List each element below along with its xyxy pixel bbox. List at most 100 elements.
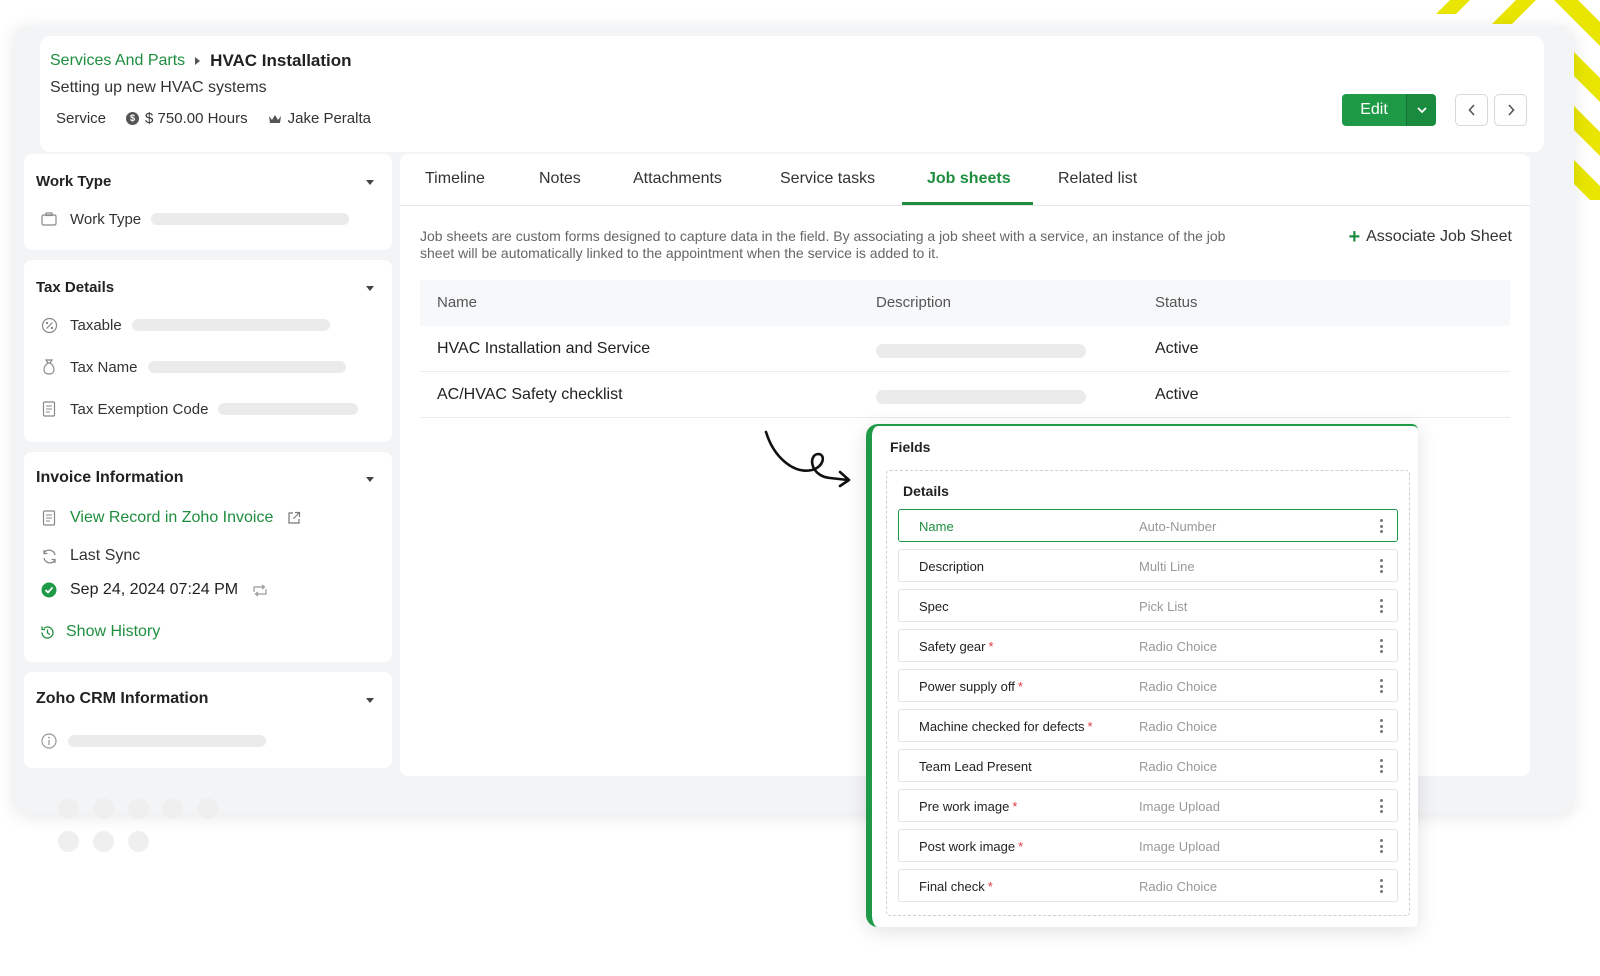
last-sync-row: Last Sync — [40, 547, 140, 565]
fields-title: Fields — [890, 439, 931, 455]
field-name: Spec — [919, 599, 949, 614]
tab-notes[interactable]: Notes — [539, 170, 581, 188]
field-row[interactable]: Pre work image * Image Upload — [898, 789, 1398, 822]
table-header: Name Description Status — [420, 280, 1510, 326]
tax-percent-icon — [40, 316, 58, 334]
job-sheet-name[interactable]: AC/HVAC Safety checklist — [437, 386, 623, 404]
tax-name-label: Tax Name — [70, 358, 138, 376]
job-sheets-table: Name Description Status HVAC Installatio… — [420, 280, 1510, 418]
associate-job-sheet-button[interactable]: + Associate Job Sheet — [1348, 226, 1512, 248]
tab-service-tasks[interactable]: Service tasks — [780, 170, 875, 188]
field-row[interactable]: Safety gear * Radio Choice — [898, 629, 1398, 662]
column-header-description[interactable]: Description — [876, 294, 951, 311]
tab-job-sheets[interactable]: Job sheets — [927, 170, 1011, 188]
price-value: $ 750.00 Hours — [145, 110, 248, 127]
required-asterisk: * — [1012, 799, 1018, 814]
field-name: Safety gear * — [919, 639, 994, 654]
next-record-button[interactable] — [1494, 94, 1527, 126]
field-row[interactable]: Spec Pick List — [898, 589, 1398, 622]
field-name: Name — [919, 519, 954, 534]
history-icon — [38, 623, 56, 641]
dollar-icon: $ — [126, 112, 140, 125]
field-type: Image Upload — [1139, 839, 1220, 854]
view-record-row: View Record in Zoho Invoice — [40, 509, 301, 527]
show-history-row: Show History — [38, 623, 160, 641]
breadcrumb-parent-link[interactable]: Services And Parts — [50, 52, 185, 70]
field-row[interactable]: Description Multi Line — [898, 549, 1398, 582]
field-type: Radio Choice — [1139, 719, 1218, 734]
kebab-menu-icon[interactable] — [1380, 879, 1383, 893]
view-record-link[interactable]: View Record in Zoho Invoice — [70, 509, 273, 527]
curly-arrow-icon — [760, 428, 856, 497]
tax-exemption-row: Tax Exemption Code — [40, 400, 359, 418]
required-asterisk: * — [1087, 719, 1093, 734]
field-name: Power supply off * — [919, 679, 1023, 694]
table-row[interactable]: HVAC Installation and Service Active — [420, 326, 1510, 372]
kebab-menu-icon[interactable] — [1380, 639, 1383, 653]
kebab-menu-icon[interactable] — [1380, 839, 1383, 853]
kebab-menu-icon[interactable] — [1380, 719, 1383, 733]
value-placeholder — [68, 735, 266, 747]
field-type: Radio Choice — [1139, 639, 1218, 654]
record-type: Service — [56, 110, 107, 127]
kebab-menu-icon[interactable] — [1380, 759, 1383, 773]
record-price: $ $ 750.00 Hours — [126, 110, 248, 127]
page-subtitle: Setting up new HVAC systems — [50, 79, 267, 96]
collapse-caret-icon[interactable] — [366, 477, 374, 482]
required-asterisk: * — [1017, 679, 1023, 694]
money-bag-icon — [40, 358, 58, 376]
kebab-menu-icon[interactable] — [1380, 599, 1383, 613]
column-header-name[interactable]: Name — [437, 294, 477, 311]
show-history-link[interactable]: Show History — [66, 623, 160, 641]
details-section: Details Name Auto-Number Description Multi … — [886, 470, 1410, 916]
resync-icon[interactable] — [252, 584, 268, 597]
external-link-icon[interactable] — [287, 511, 301, 525]
invoice-information-section: Invoice Information View Record in Zoho … — [24, 452, 392, 662]
required-asterisk: * — [988, 639, 994, 654]
required-asterisk: * — [1018, 839, 1024, 854]
field-row[interactable]: Machine checked for defects * Radio Choice — [898, 709, 1398, 742]
job-sheet-status: Active — [1155, 340, 1199, 357]
edit-button[interactable]: Edit — [1342, 94, 1406, 126]
briefcase-icon — [40, 210, 58, 228]
tab-attachments[interactable]: Attachments — [633, 170, 722, 188]
collapse-caret-icon[interactable] — [366, 698, 374, 703]
crown-icon — [268, 113, 282, 125]
field-row[interactable]: Team Lead Present Radio Choice — [898, 749, 1398, 782]
job-sheet-name[interactable]: HVAC Installation and Service — [437, 340, 650, 358]
associate-job-sheet-label: Associate Job Sheet — [1366, 228, 1512, 245]
work-type-label: Work Type — [70, 210, 142, 228]
tab-timeline[interactable]: Timeline — [425, 170, 485, 188]
field-row[interactable]: Final check * Radio Choice — [898, 869, 1398, 902]
collapse-caret-icon[interactable] — [366, 286, 374, 291]
kebab-menu-icon[interactable] — [1380, 679, 1383, 693]
field-row[interactable]: Name Auto-Number — [898, 509, 1398, 542]
sync-time-row: Sep 24, 2024 07:24 PM — [40, 581, 268, 599]
zoho-crm-section: Zoho CRM Information — [24, 672, 392, 768]
page-title: HVAC Installation — [210, 51, 352, 70]
collapse-caret-icon[interactable] — [366, 180, 374, 185]
zoho-crm-title: Zoho CRM Information — [36, 690, 209, 707]
job-sheet-status: Active — [1155, 386, 1199, 403]
tab-related-list[interactable]: Related list — [1058, 170, 1137, 188]
record-owner: Jake Peralta — [268, 110, 371, 127]
work-type-section: Work Type Work Type — [24, 154, 392, 250]
field-name: Pre work image * — [919, 799, 1018, 814]
field-type: Pick List — [1139, 599, 1188, 614]
kebab-menu-icon[interactable] — [1380, 519, 1383, 533]
plus-icon: + — [1348, 226, 1361, 248]
field-name: Machine checked for defects * — [919, 719, 1093, 734]
table-row[interactable]: AC/HVAC Safety checklist Active — [420, 372, 1510, 418]
field-row[interactable]: Power supply off * Radio Choice — [898, 669, 1398, 702]
edit-dropdown-button[interactable] — [1406, 94, 1436, 126]
kebab-menu-icon[interactable] — [1380, 559, 1383, 573]
previous-record-button[interactable] — [1455, 94, 1488, 126]
field-row[interactable]: Post work image * Image Upload — [898, 829, 1398, 862]
value-placeholder — [218, 403, 359, 415]
kebab-menu-icon[interactable] — [1380, 799, 1383, 813]
job-sheets-description: Job sheets are custom forms designed to … — [420, 228, 1226, 261]
column-header-status[interactable]: Status — [1155, 294, 1198, 311]
tax-details-title: Tax Details — [36, 279, 115, 296]
chevron-down-icon — [1416, 106, 1427, 113]
work-type-title: Work Type — [36, 173, 112, 190]
